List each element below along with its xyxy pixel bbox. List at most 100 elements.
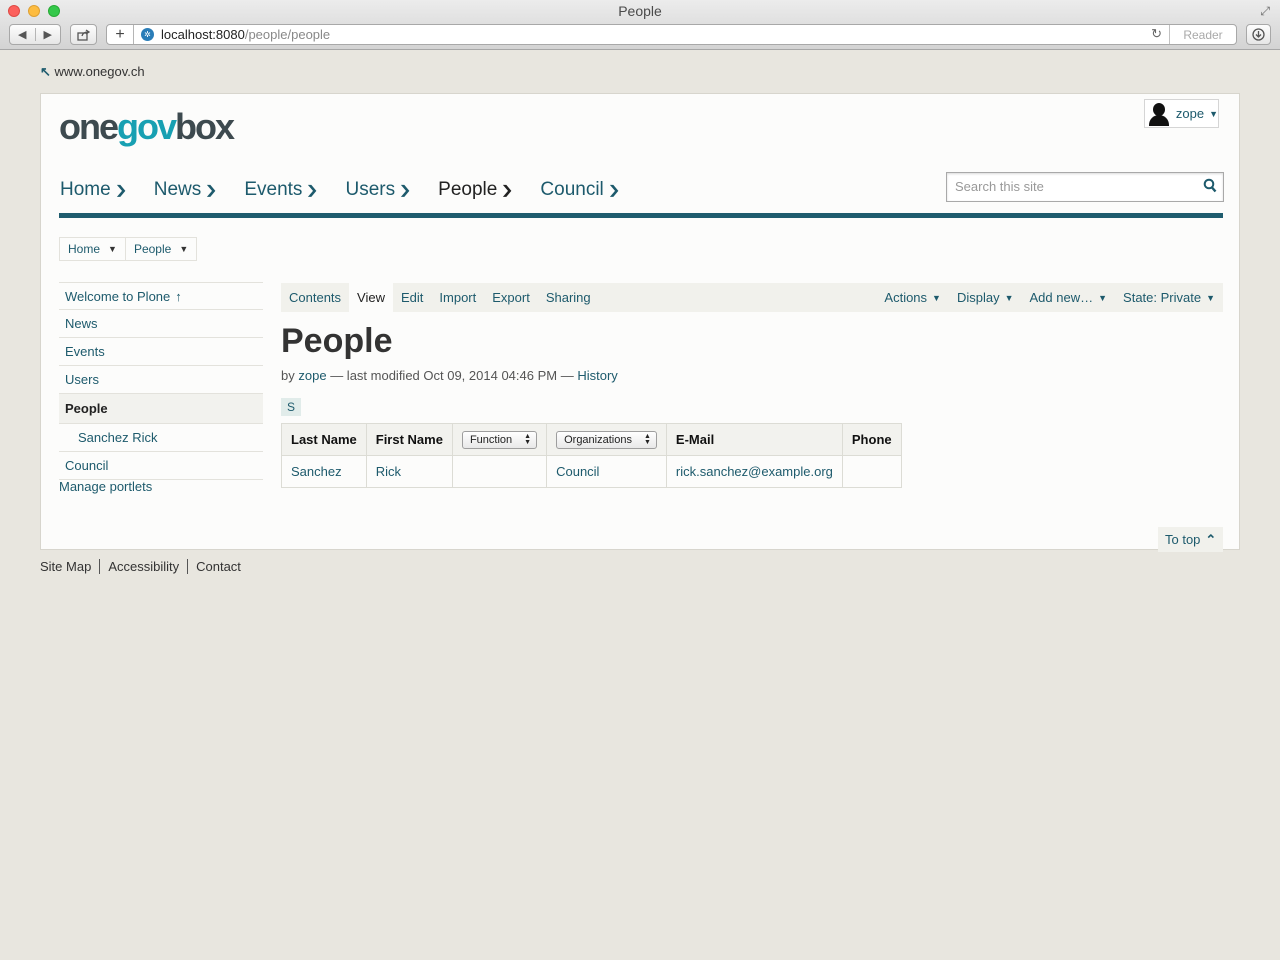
portlet-item-label: Council bbox=[65, 458, 109, 473]
byline-by: by bbox=[281, 368, 295, 383]
nav-item-label: Home bbox=[60, 179, 111, 200]
nav-item-label: Council bbox=[540, 179, 604, 200]
footer-link-accessibility[interactable]: Accessibility bbox=[99, 559, 187, 574]
search-icon[interactable] bbox=[1203, 178, 1217, 194]
chevron-down-icon: ❯ bbox=[398, 183, 412, 197]
breadcrumb: Home ▼ People ▼ bbox=[59, 237, 198, 261]
forward-icon[interactable]: ▶ bbox=[36, 28, 61, 41]
tab-sharing[interactable]: Sharing bbox=[538, 283, 599, 312]
back-forward-buttons: ◀ ▶ bbox=[9, 24, 61, 45]
site-footer: Site Map Accessibility Contact bbox=[40, 559, 249, 574]
caret-down-icon[interactable]: ▼ bbox=[179, 244, 188, 254]
portlet-item-welcome[interactable]: Welcome to Plone ↑ bbox=[59, 282, 263, 309]
tab-contents[interactable]: Contents bbox=[281, 283, 349, 312]
search-input[interactable] bbox=[947, 173, 1203, 199]
chevron-down-icon: ❯ bbox=[114, 183, 128, 197]
chevron-down-icon: ❯ bbox=[500, 183, 514, 197]
col-last-name[interactable]: Last Name bbox=[281, 423, 367, 456]
nav-item-events[interactable]: Events ❯ bbox=[244, 179, 319, 201]
portlet-item-sanchez-rick[interactable]: Sanchez Rick bbox=[59, 423, 263, 451]
manage-portlets-link[interactable]: Manage portlets bbox=[59, 479, 152, 494]
breadcrumb-label: Home bbox=[68, 242, 101, 256]
cell-first-name[interactable]: Rick bbox=[365, 455, 453, 488]
address-bar[interactable]: + ✲ localhost:8080/people/people ↻ Reade… bbox=[106, 24, 1237, 45]
tab-view[interactable]: View bbox=[349, 283, 393, 312]
tab-export[interactable]: Export bbox=[484, 283, 538, 312]
share-button[interactable] bbox=[70, 24, 97, 45]
caret-down-icon: ▼ bbox=[932, 292, 941, 303]
nav-item-users[interactable]: Users ❯ bbox=[345, 179, 412, 201]
arrow-up-icon: ↑ bbox=[175, 288, 182, 304]
navigation-portlet: Welcome to Plone ↑ News Events Users Peop… bbox=[59, 282, 263, 480]
downloads-button[interactable] bbox=[1246, 24, 1271, 45]
reload-icon[interactable]: ↻ bbox=[1151, 26, 1162, 42]
cell-email[interactable]: rick.sanchez@example.org bbox=[665, 455, 843, 488]
letter-filter-s[interactable]: S bbox=[281, 398, 301, 416]
portlet-item-events[interactable]: Events bbox=[59, 337, 263, 365]
footer-link-sitemap[interactable]: Site Map bbox=[40, 559, 99, 574]
people-table: Last Name First Name Function ▲ ▼ Organiza… bbox=[281, 423, 902, 488]
col-phone[interactable]: Phone bbox=[841, 423, 902, 456]
menu-label: Display bbox=[956, 290, 1000, 305]
state-menu[interactable]: State: Private ▼ bbox=[1115, 283, 1223, 312]
back-link-label: www.onegov.ch bbox=[54, 64, 145, 79]
user-menu[interactable]: zope ▼ bbox=[1144, 99, 1219, 128]
caret-down-icon[interactable]: ▼ bbox=[108, 244, 117, 254]
logo-part-one: one bbox=[59, 106, 119, 147]
table-row[interactable]: Sanchez Rick Council rick.sanchez@exampl… bbox=[281, 455, 902, 488]
nav-item-people[interactable]: People ❯ bbox=[438, 179, 514, 201]
site-logo[interactable]: onegovbox bbox=[59, 106, 235, 148]
nav-item-home[interactable]: Home ❯ bbox=[60, 179, 128, 201]
tab-import[interactable]: Import bbox=[431, 283, 484, 312]
portlet-item-label: News bbox=[65, 316, 98, 331]
document-byline: by zope — last modified Oct 09, 2014 04:… bbox=[281, 368, 618, 383]
cell-last-name[interactable]: Sanchez bbox=[281, 455, 367, 488]
organizations-filter-select[interactable]: Organizations ▲ ▼ bbox=[556, 430, 657, 449]
portlet-item-label: Sanchez Rick bbox=[78, 430, 158, 445]
breadcrumb-item-home[interactable]: Home ▼ bbox=[59, 237, 125, 261]
back-icon[interactable]: ◀ bbox=[10, 28, 36, 41]
tab-edit[interactable]: Edit bbox=[393, 283, 431, 312]
portlet-item-news[interactable]: News bbox=[59, 309, 263, 337]
nav-item-news[interactable]: News ❯ bbox=[154, 179, 218, 201]
chevron-down-icon: ❯ bbox=[607, 183, 621, 197]
browser-chrome: People ⤢ ◀ ▶ + ✲ localhost:8080/people/p… bbox=[0, 0, 1280, 50]
url-host: localhost:8080 bbox=[161, 27, 245, 42]
portlet-item-council[interactable]: Council bbox=[59, 451, 263, 480]
col-organizations: Organizations ▲ ▼ bbox=[546, 423, 667, 456]
nav-item-council[interactable]: Council ❯ bbox=[540, 179, 621, 201]
portlet-item-people[interactable]: People bbox=[59, 393, 263, 423]
footer-link-contact[interactable]: Contact bbox=[187, 559, 249, 574]
window-title: People bbox=[618, 3, 662, 19]
arrow-up-left-icon: ↖ bbox=[40, 64, 51, 79]
breadcrumb-item-people[interactable]: People ▼ bbox=[124, 237, 198, 261]
select-arrows-icon: ▲ ▼ bbox=[524, 432, 532, 446]
nav-item-label: Users bbox=[345, 179, 396, 200]
portlet-item-label: Users bbox=[65, 372, 99, 387]
onegov-back-link[interactable]: ↖ www.onegov.ch bbox=[40, 64, 145, 80]
add-bookmark-icon[interactable]: + bbox=[107, 25, 134, 44]
function-filter-select[interactable]: Function ▲ ▼ bbox=[461, 430, 538, 449]
display-menu[interactable]: Display ▼ bbox=[949, 283, 1022, 312]
portlet-item-users[interactable]: Users bbox=[59, 365, 263, 393]
logo-part-gov: gov bbox=[117, 106, 177, 147]
col-email[interactable]: E-Mail bbox=[665, 423, 843, 456]
table-header-row: Last Name First Name Function ▲ ▼ Organiza… bbox=[281, 423, 902, 456]
user-name: zope bbox=[1175, 106, 1205, 121]
col-first-name[interactable]: First Name bbox=[365, 423, 453, 456]
author-link[interactable]: zope bbox=[298, 368, 326, 383]
history-link[interactable]: History bbox=[577, 368, 617, 383]
cell-organizations[interactable]: Council bbox=[546, 455, 667, 488]
nav-item-label: Events bbox=[244, 179, 303, 200]
to-top-label: To top bbox=[1165, 532, 1201, 547]
actions-menu[interactable]: Actions ▼ bbox=[876, 283, 949, 312]
fullscreen-icon[interactable]: ⤢ bbox=[1260, 4, 1270, 19]
search-box bbox=[946, 172, 1224, 202]
avatar-icon bbox=[1148, 102, 1169, 126]
share-icon bbox=[76, 28, 90, 41]
reader-button[interactable]: Reader bbox=[1169, 25, 1236, 44]
chevron-down-icon: ❯ bbox=[204, 183, 218, 197]
select-label: Organizations bbox=[564, 433, 632, 446]
add-new-menu[interactable]: Add new… ▼ bbox=[1022, 283, 1116, 312]
to-top-link[interactable]: To top ⌃ bbox=[1158, 527, 1224, 552]
